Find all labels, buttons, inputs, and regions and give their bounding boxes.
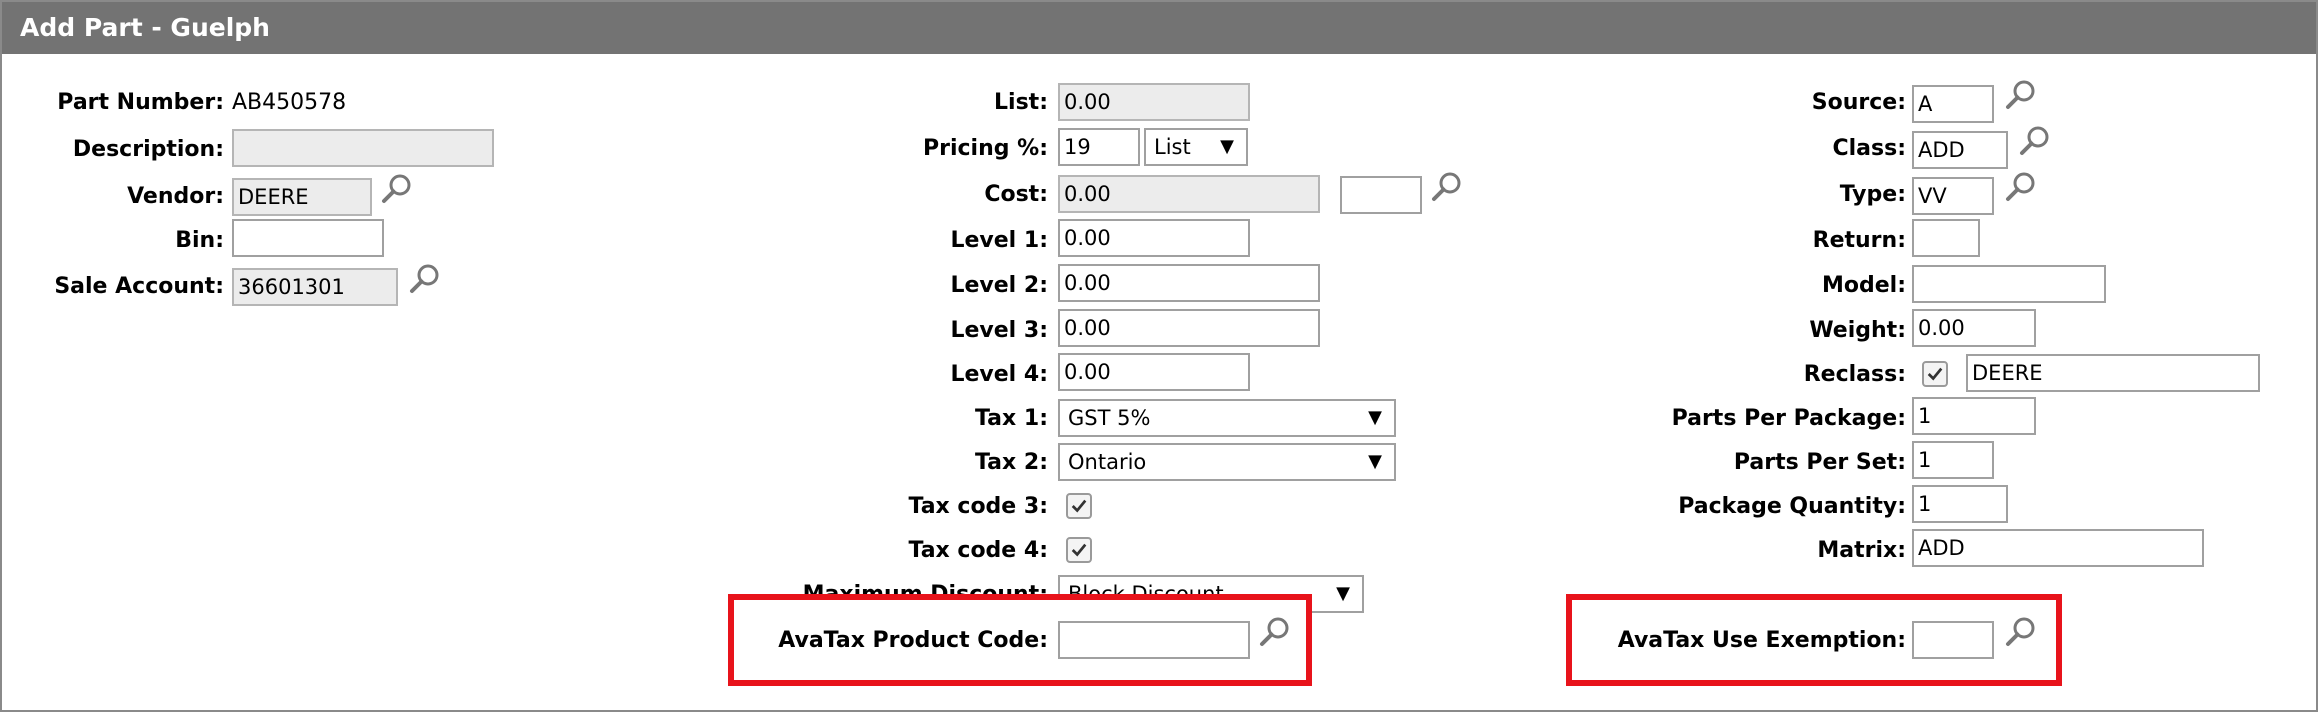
tax2-select[interactable]: Ontario ▼ xyxy=(1058,443,1396,481)
cost-label: Cost: xyxy=(984,182,1048,207)
taxcode3-checkbox[interactable] xyxy=(1066,493,1092,519)
return-label: Return: xyxy=(1812,228,1906,253)
parts-per-set-field[interactable]: 1 xyxy=(1912,441,1994,479)
taxcode4-checkbox[interactable] xyxy=(1066,537,1092,563)
level4-label: Level 4: xyxy=(950,362,1048,387)
model-label: Model: xyxy=(1821,273,1906,298)
source-label: Source: xyxy=(1811,90,1906,115)
tax1-label: Tax 1: xyxy=(975,406,1048,431)
avatax-use-exemption-label: AvaTax Use Exemption: xyxy=(1617,628,1906,653)
parts-per-set-label: Parts Per Set: xyxy=(1733,450,1906,475)
pricing-percent-field[interactable]: 19 xyxy=(1058,128,1140,166)
window-title: Add Part - Guelph xyxy=(2,2,2316,54)
sale-account-label: Sale Account: xyxy=(54,274,224,299)
tax2-label: Tax 2: xyxy=(975,450,1048,475)
matrix-label: Matrix: xyxy=(1817,538,1906,563)
reclass-label: Reclass: xyxy=(1803,362,1906,387)
avatax-use-exemption-field[interactable] xyxy=(1912,621,1994,659)
avatax-product-code-label: AvaTax Product Code: xyxy=(778,628,1048,653)
reclass-field[interactable]: DEERE xyxy=(1966,354,2260,392)
cost-extra-field[interactable] xyxy=(1340,176,1422,214)
weight-label: Weight: xyxy=(1809,318,1906,343)
taxcode4-label: Tax code 4: xyxy=(908,538,1048,563)
parts-per-package-label: Parts Per Package: xyxy=(1671,406,1906,431)
type-lookup-magnifier-icon[interactable] xyxy=(2004,170,2038,204)
description-field[interactable] xyxy=(232,129,494,167)
level2-label: Level 2: xyxy=(950,273,1048,298)
class-label: Class: xyxy=(1832,136,1906,161)
source-field[interactable]: A xyxy=(1912,85,1994,123)
avatax-product-lookup-magnifier-icon[interactable] xyxy=(1258,615,1292,649)
package-quantity-field[interactable]: 1 xyxy=(1912,485,2008,523)
pricing-basis-select[interactable]: List ▼ xyxy=(1144,128,1248,166)
cost-field[interactable]: 0.00 xyxy=(1058,175,1320,213)
triangle-down-icon: ▼ xyxy=(1368,407,1382,428)
tax1-value: GST 5% xyxy=(1068,406,1151,430)
tax2-value: Ontario xyxy=(1068,450,1147,474)
avatax-exemption-lookup-magnifier-icon[interactable] xyxy=(2004,615,2038,649)
list-label: List: xyxy=(994,90,1048,115)
sale-account-field[interactable]: 36601301 xyxy=(232,268,398,306)
vendor-lookup-magnifier-icon[interactable] xyxy=(380,172,414,206)
model-field[interactable] xyxy=(1912,265,2106,303)
bin-label: Bin: xyxy=(175,228,224,253)
sale-account-lookup-magnifier-icon[interactable] xyxy=(408,262,442,296)
level1-field[interactable]: 0.00 xyxy=(1058,219,1250,257)
package-quantity-label: Package Quantity: xyxy=(1678,494,1906,519)
description-label: Description: xyxy=(72,137,224,162)
part-number-label: Part Number: xyxy=(57,90,224,115)
source-lookup-magnifier-icon[interactable] xyxy=(2004,78,2038,112)
level1-label: Level 1: xyxy=(950,228,1048,253)
cost-lookup-magnifier-icon[interactable] xyxy=(1430,170,1464,204)
vendor-field[interactable]: DEERE xyxy=(232,178,372,216)
class-field[interactable]: ADD xyxy=(1912,131,2008,169)
matrix-field[interactable]: ADD xyxy=(1912,529,2204,567)
type-field[interactable]: VV xyxy=(1912,177,1994,215)
triangle-down-icon: ▼ xyxy=(1220,136,1234,157)
reclass-checkbox[interactable] xyxy=(1922,361,1948,387)
pricing-percent-label: Pricing %: xyxy=(922,136,1048,161)
checkmark-icon xyxy=(1070,541,1088,559)
taxcode3-label: Tax code 3: xyxy=(908,494,1048,519)
pricing-basis-value: List xyxy=(1154,135,1191,159)
bin-field[interactable] xyxy=(232,219,384,257)
return-field[interactable] xyxy=(1912,219,1980,257)
parts-per-package-field[interactable]: 1 xyxy=(1912,397,2036,435)
level4-field[interactable]: 0.00 xyxy=(1058,353,1250,391)
checkmark-icon xyxy=(1070,497,1088,515)
avatax-product-code-field[interactable] xyxy=(1058,621,1250,659)
level3-field[interactable]: 0.00 xyxy=(1058,309,1320,347)
vendor-label: Vendor: xyxy=(127,184,224,209)
part-number-value: AB450578 xyxy=(232,90,347,115)
list-price-field[interactable]: 0.00 xyxy=(1058,83,1250,121)
level3-label: Level 3: xyxy=(950,318,1048,343)
type-label: Type: xyxy=(1839,182,1906,207)
checkmark-icon xyxy=(1926,365,1944,383)
triangle-down-icon: ▼ xyxy=(1368,451,1382,472)
tax1-select[interactable]: GST 5% ▼ xyxy=(1058,399,1396,437)
weight-field[interactable]: 0.00 xyxy=(1912,309,2036,347)
level2-field[interactable]: 0.00 xyxy=(1058,264,1320,302)
triangle-down-icon: ▼ xyxy=(1336,583,1350,604)
class-lookup-magnifier-icon[interactable] xyxy=(2018,124,2052,158)
